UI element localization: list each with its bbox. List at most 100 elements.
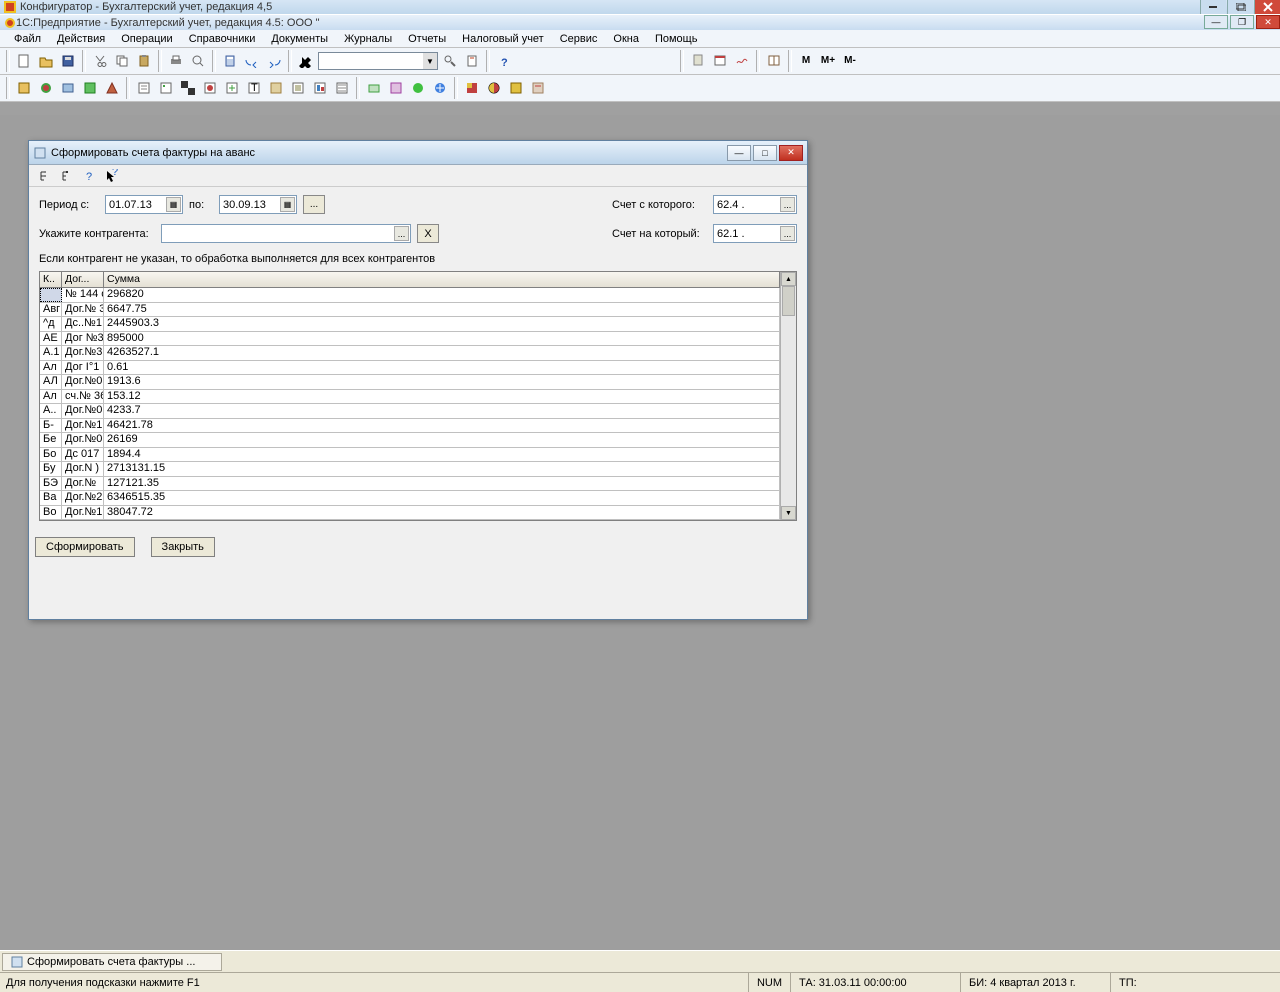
tb3-icon-8[interactable]: [178, 78, 198, 98]
outer-close-button[interactable]: [1254, 0, 1280, 14]
search-combo[interactable]: ▼: [318, 52, 438, 70]
preview-icon[interactable]: [188, 51, 208, 71]
table-row[interactable]: БоДс 0171894.4: [40, 448, 780, 463]
tb3-icon-17[interactable]: [386, 78, 406, 98]
outer-maximize-button[interactable]: [1227, 0, 1253, 14]
paste-icon[interactable]: [134, 51, 154, 71]
tb3-icon-1[interactable]: [14, 78, 34, 98]
date-to-input[interactable]: 30.09.13▦: [219, 195, 297, 214]
find-icon[interactable]: [296, 51, 316, 71]
table-row[interactable]: АвгДог.№ 36647.75: [40, 303, 780, 318]
menu-file[interactable]: Файл: [6, 31, 49, 47]
save-icon[interactable]: [58, 51, 78, 71]
tb3-icon-5[interactable]: [102, 78, 122, 98]
tb3-icon-23[interactable]: [528, 78, 548, 98]
table-row[interactable]: № 144 о296820: [40, 288, 780, 303]
table-row[interactable]: АлДог І°10.61: [40, 361, 780, 376]
dlg-tb-tree1-icon[interactable]: [37, 168, 53, 184]
acc-to-input[interactable]: 62.1 ....: [713, 224, 797, 243]
tb3-icon-21[interactable]: [484, 78, 504, 98]
select-icon[interactable]: ...: [394, 226, 409, 241]
col-header-sum[interactable]: Сумма: [104, 272, 780, 287]
dlg-tb-help-icon[interactable]: ?: [81, 168, 97, 184]
tb3-icon-7[interactable]: [156, 78, 176, 98]
table-row[interactable]: Алсч.№ 36153.12: [40, 390, 780, 405]
clear-agent-button[interactable]: X: [417, 224, 439, 243]
date-from-input[interactable]: 01.07.13▦: [105, 195, 183, 214]
table-row[interactable]: ВаДог.№26346515.35: [40, 491, 780, 506]
tb3-icon-22[interactable]: [506, 78, 526, 98]
tb3-icon-6[interactable]: [134, 78, 154, 98]
col-header-dog[interactable]: Дог...: [62, 272, 104, 287]
calc-icon[interactable]: [220, 51, 240, 71]
tb3-icon-12[interactable]: [266, 78, 286, 98]
new-icon[interactable]: [14, 51, 34, 71]
tb3-icon-11[interactable]: T: [244, 78, 264, 98]
outer-minimize-button[interactable]: [1200, 0, 1226, 14]
menu-operations[interactable]: Операции: [113, 31, 180, 47]
undo-icon[interactable]: [242, 51, 262, 71]
table-row[interactable]: БеДог.№026169: [40, 433, 780, 448]
open-icon[interactable]: [36, 51, 56, 71]
tb3-icon-13[interactable]: [288, 78, 308, 98]
inner-close-button[interactable]: ✕: [1256, 15, 1280, 29]
table-row[interactable]: Б-Дог.№146421.78: [40, 419, 780, 434]
form-button[interactable]: Сформировать: [35, 537, 135, 557]
tb2-m-button[interactable]: М: [796, 50, 816, 70]
scroll-down-icon[interactable]: ▼: [781, 506, 796, 520]
help-icon[interactable]: ?: [494, 51, 514, 71]
tb3-icon-3[interactable]: [58, 78, 78, 98]
tb3-icon-2[interactable]: [36, 78, 56, 98]
find-next-icon[interactable]: [440, 51, 460, 71]
tb3-icon-9[interactable]: [200, 78, 220, 98]
calendar-icon[interactable]: ▦: [280, 197, 295, 212]
menu-tax[interactable]: Налоговый учет: [454, 31, 552, 47]
tb2-calendar-icon[interactable]: [710, 50, 730, 70]
period-select-button[interactable]: ...: [303, 195, 325, 214]
menu-actions[interactable]: Действия: [49, 31, 113, 47]
close-button[interactable]: Закрыть: [151, 537, 215, 557]
inner-restore-button[interactable]: ❐: [1230, 15, 1254, 29]
dialog-minimize-button[interactable]: —: [727, 145, 751, 161]
menu-service[interactable]: Сервис: [552, 31, 606, 47]
tb3-icon-14[interactable]: [310, 78, 330, 98]
tb3-icon-20[interactable]: [462, 78, 482, 98]
tb2-mminus-button[interactable]: М-: [840, 50, 860, 70]
table-scrollbar[interactable]: ▲ ▼: [780, 272, 796, 520]
select-icon[interactable]: ...: [780, 226, 795, 241]
dialog-titlebar[interactable]: Сформировать счета фактуры на аванс — □ …: [29, 141, 807, 165]
table-row[interactable]: БуДог.N )2713131.15: [40, 462, 780, 477]
tb2-calc-icon[interactable]: [688, 50, 708, 70]
table-row[interactable]: АЕДог №3895000: [40, 332, 780, 347]
scroll-thumb[interactable]: [782, 286, 795, 316]
table-row[interactable]: А.1Дог.№34263527.1: [40, 346, 780, 361]
inner-minimize-button[interactable]: —: [1204, 15, 1228, 29]
table-row[interactable]: ^дДс..№12445903.3: [40, 317, 780, 332]
select-icon[interactable]: ...: [780, 197, 795, 212]
menu-directories[interactable]: Справочники: [181, 31, 264, 47]
properties-icon[interactable]: [462, 51, 482, 71]
table-row[interactable]: БЭДог.№127121.35: [40, 477, 780, 492]
copy-icon[interactable]: [112, 51, 132, 71]
menu-help[interactable]: Помощь: [647, 31, 706, 47]
print-icon[interactable]: [166, 51, 186, 71]
dlg-tb-cursor-icon[interactable]: ?: [103, 168, 119, 184]
table-row[interactable]: ВоДог.№138047.72: [40, 506, 780, 521]
col-header-k[interactable]: К..: [40, 272, 62, 287]
menu-windows[interactable]: Окна: [605, 31, 647, 47]
menu-reports[interactable]: Отчеты: [400, 31, 454, 47]
tb3-icon-10[interactable]: [222, 78, 242, 98]
tb3-icon-4[interactable]: [80, 78, 100, 98]
table-row[interactable]: АЛДог.№01913.6: [40, 375, 780, 390]
scroll-up-icon[interactable]: ▲: [781, 272, 796, 286]
redo-icon[interactable]: [264, 51, 284, 71]
dialog-maximize-button[interactable]: □: [753, 145, 777, 161]
tb3-icon-16[interactable]: [364, 78, 384, 98]
tb2-book-icon[interactable]: [764, 50, 784, 70]
dialog-close-button[interactable]: ✕: [779, 145, 803, 161]
tb3-icon-19[interactable]: [430, 78, 450, 98]
agent-input[interactable]: ...: [161, 224, 411, 243]
taskbar-item[interactable]: Сформировать счета фактуры ...: [2, 953, 222, 971]
menu-documents[interactable]: Документы: [263, 31, 336, 47]
tb3-icon-18[interactable]: [408, 78, 428, 98]
